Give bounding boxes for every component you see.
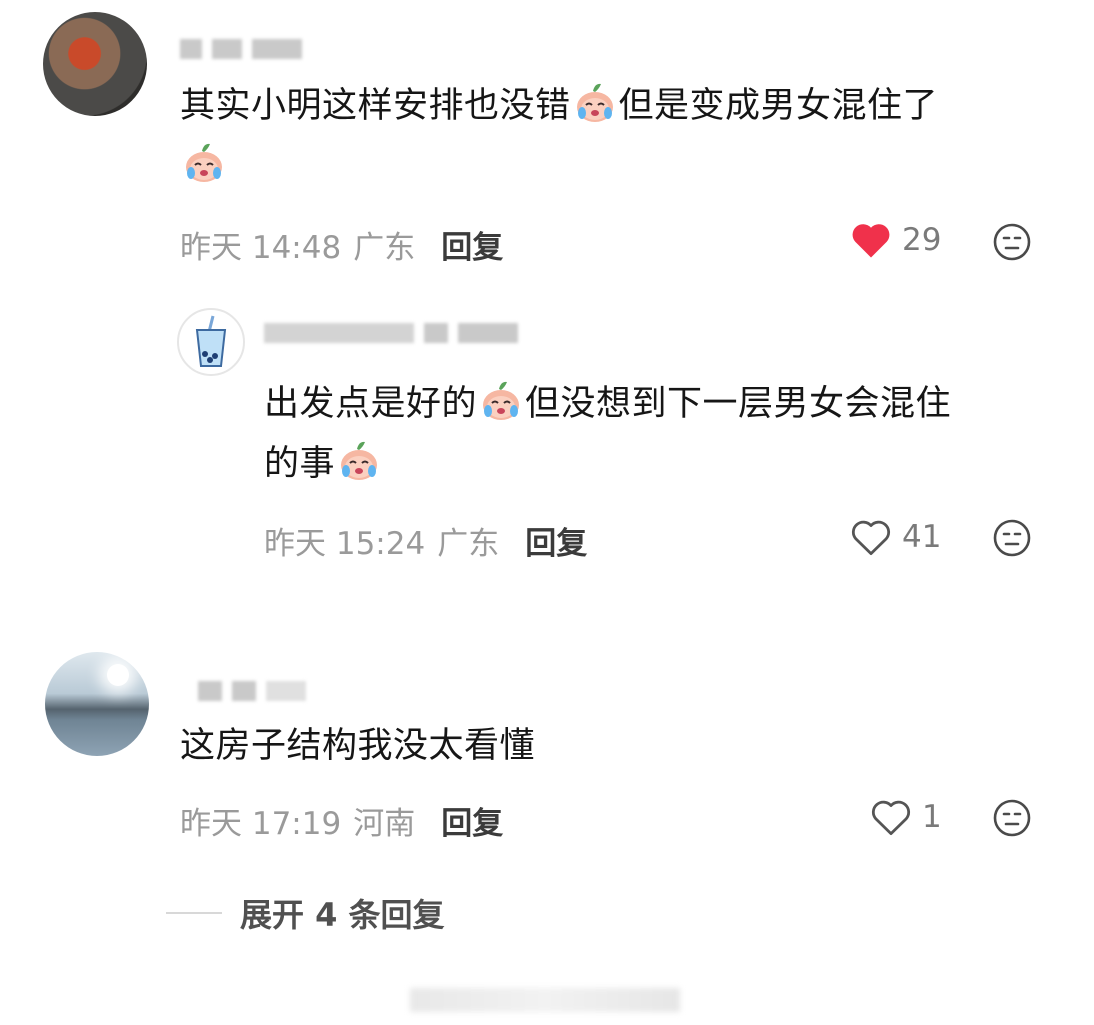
like-count: 41 — [902, 519, 942, 555]
reply-button[interactable]: 回复 — [441, 798, 503, 843]
crying-emoji-icon — [573, 81, 617, 125]
comment-meta: 昨天 15:24 广东 回复 — [264, 518, 587, 563]
comment-meta: 昨天 14:48 广东 回复 — [180, 222, 503, 267]
dislike-face-icon[interactable] — [992, 798, 1032, 838]
location: 广东 — [353, 230, 416, 266]
dislike-face-icon[interactable] — [992, 222, 1032, 262]
reply-button[interactable]: 回复 — [525, 518, 587, 563]
location: 河南 — [353, 806, 416, 842]
watermark-blurred — [410, 988, 680, 1012]
crying-emoji-icon — [182, 141, 226, 185]
like-count: 29 — [902, 222, 942, 258]
username-blurred[interactable] — [180, 38, 302, 60]
bubble-tea-icon — [195, 315, 227, 367]
like-count: 1 — [922, 799, 942, 835]
expand-replies-button[interactable]: 展开 4 条回复 — [166, 890, 445, 936]
comment-text: 其实小明这样安排也没错 但是变成男女混住了 — [180, 76, 1060, 196]
divider — [166, 912, 222, 914]
like-button[interactable]: 41 — [850, 517, 941, 557]
avatar[interactable] — [177, 308, 245, 376]
dislike-face-icon[interactable] — [992, 518, 1032, 558]
reply-button[interactable]: 回复 — [441, 222, 503, 267]
heart-icon — [851, 520, 891, 556]
timestamp: 昨天 15:24 — [264, 526, 426, 562]
comment-text: 这房子结构我没太看懂 — [180, 726, 536, 766]
crying-emoji-icon — [479, 379, 523, 423]
heart-icon — [852, 224, 890, 258]
heart-icon — [871, 800, 911, 836]
location: 广东 — [437, 526, 500, 562]
comment-text: 出发点是好的 但没想到下一层男女会混住 的事 — [264, 374, 1054, 494]
avatar[interactable] — [43, 12, 147, 116]
username-blurred[interactable] — [198, 680, 306, 702]
timestamp: 昨天 14:48 — [180, 230, 342, 266]
comment-meta: 昨天 17:19 河南 回复 — [180, 798, 503, 843]
like-button[interactable]: 1 — [870, 797, 942, 837]
avatar[interactable] — [45, 652, 149, 756]
crying-emoji-icon — [337, 439, 381, 483]
like-button[interactable]: 29 — [850, 220, 941, 260]
username-blurred[interactable] — [264, 322, 518, 344]
timestamp: 昨天 17:19 — [180, 806, 342, 842]
